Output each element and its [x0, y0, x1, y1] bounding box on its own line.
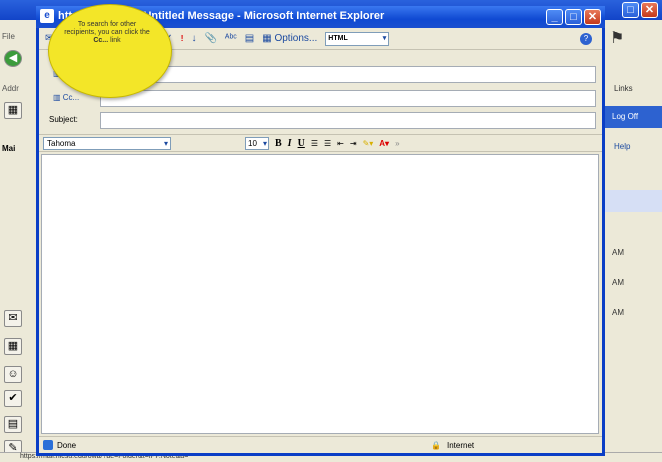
outer-maximize-button[interactable]: □: [622, 2, 639, 18]
bullet-list-icon[interactable]: ☰: [324, 139, 331, 148]
inbox-icon[interactable]: ✉: [4, 310, 22, 327]
outer-mail-label: Mai: [2, 144, 16, 153]
tooltip-link: Cc...: [93, 37, 109, 44]
windows-logo-icon: ⚑: [610, 30, 625, 47]
tooltip-text: To search for other recipients, you can …: [64, 21, 150, 36]
outer-logoff-label[interactable]: Log Off: [612, 112, 638, 121]
outer-list-header: [604, 190, 662, 212]
outer-time-1: AM: [612, 248, 624, 257]
back-icon[interactable]: ◀: [4, 50, 22, 67]
subject-row: Subject:: [45, 112, 596, 130]
increase-indent-icon[interactable]: ⇥: [350, 139, 357, 148]
decrease-indent-icon[interactable]: ⇤: [337, 139, 344, 148]
subject-label: Subject:: [49, 115, 78, 124]
minimize-button[interactable]: _: [546, 9, 563, 25]
outer-window-controls: □ ✕: [622, 2, 658, 18]
tooltip-bubble: To search for other recipients, you can …: [48, 4, 172, 98]
numbered-list-icon[interactable]: ☰: [311, 139, 318, 148]
outer-app-icon: ▦: [4, 102, 22, 119]
outer-links-label[interactable]: Links: [614, 84, 633, 93]
outer-time-3: AM: [612, 308, 624, 317]
format-toolbar: Tahoma 10 B I U ☰ ☰ ⇤ ⇥ ✎▾ A▾ »: [39, 134, 602, 152]
outer-right-panel: ⚑ Links Log Off Help AM AM AM: [604, 20, 662, 462]
spelling-icon[interactable]: ᴬᵇᶜ: [225, 33, 237, 44]
cc-button[interactable]: ▥ Cc...: [53, 93, 79, 102]
status-bar: Done 🔒 Internet: [39, 436, 602, 453]
tooltip-text-end: link: [110, 37, 121, 44]
low-importance-icon[interactable]: ↓: [191, 33, 196, 44]
contacts-icon[interactable]: ☺: [4, 366, 22, 383]
outer-address-label: Addr: [2, 84, 19, 93]
outer-left-panel: File ◀ Addr ▦ Mai ✉ ▦ ☺ ✔ ▤ ✎: [0, 20, 38, 462]
cc-field[interactable]: [100, 90, 596, 107]
maximize-button[interactable]: □: [565, 9, 582, 25]
outer-time-2: AM: [612, 278, 624, 287]
outer-logoff-bar: Log Off: [604, 106, 662, 128]
high-importance-icon[interactable]: !: [181, 34, 184, 43]
tasks-icon[interactable]: ✔: [4, 390, 22, 407]
more-options-icon[interactable]: »: [395, 139, 399, 148]
font-size-select[interactable]: 10: [245, 136, 269, 150]
highlight-icon[interactable]: ✎▾: [363, 139, 374, 148]
bold-button[interactable]: B: [275, 138, 282, 149]
help-icon[interactable]: ?: [580, 33, 592, 45]
font-color-icon[interactable]: A▾: [379, 139, 389, 148]
font-select[interactable]: Tahoma: [43, 136, 171, 150]
compose-window-controls: _ □ ✕: [546, 9, 601, 25]
to-field[interactable]: [100, 66, 596, 83]
outer-close-button[interactable]: ✕: [641, 2, 658, 18]
message-body[interactable]: [41, 154, 599, 434]
underline-button[interactable]: U: [298, 138, 305, 149]
status-text: Done: [39, 439, 429, 450]
zone-label: Internet: [447, 440, 475, 450]
public-folders-icon[interactable]: ▤: [4, 416, 22, 433]
italic-button[interactable]: I: [288, 138, 292, 149]
close-button[interactable]: ✕: [584, 9, 601, 25]
subject-field[interactable]: [100, 112, 596, 129]
calendar-icon[interactable]: ▦: [4, 338, 22, 355]
insert-signature-icon[interactable]: ▤: [245, 33, 254, 44]
options-button[interactable]: ▦ Options...: [262, 33, 317, 44]
outer-file-menu[interactable]: File: [2, 32, 15, 41]
attach-icon[interactable]: 📎: [204, 33, 216, 44]
lock-icon: 🔒: [431, 440, 441, 450]
format-select[interactable]: HTML: [325, 31, 390, 46]
ie-icon: e: [40, 9, 54, 23]
outer-help-label[interactable]: Help: [614, 142, 630, 151]
